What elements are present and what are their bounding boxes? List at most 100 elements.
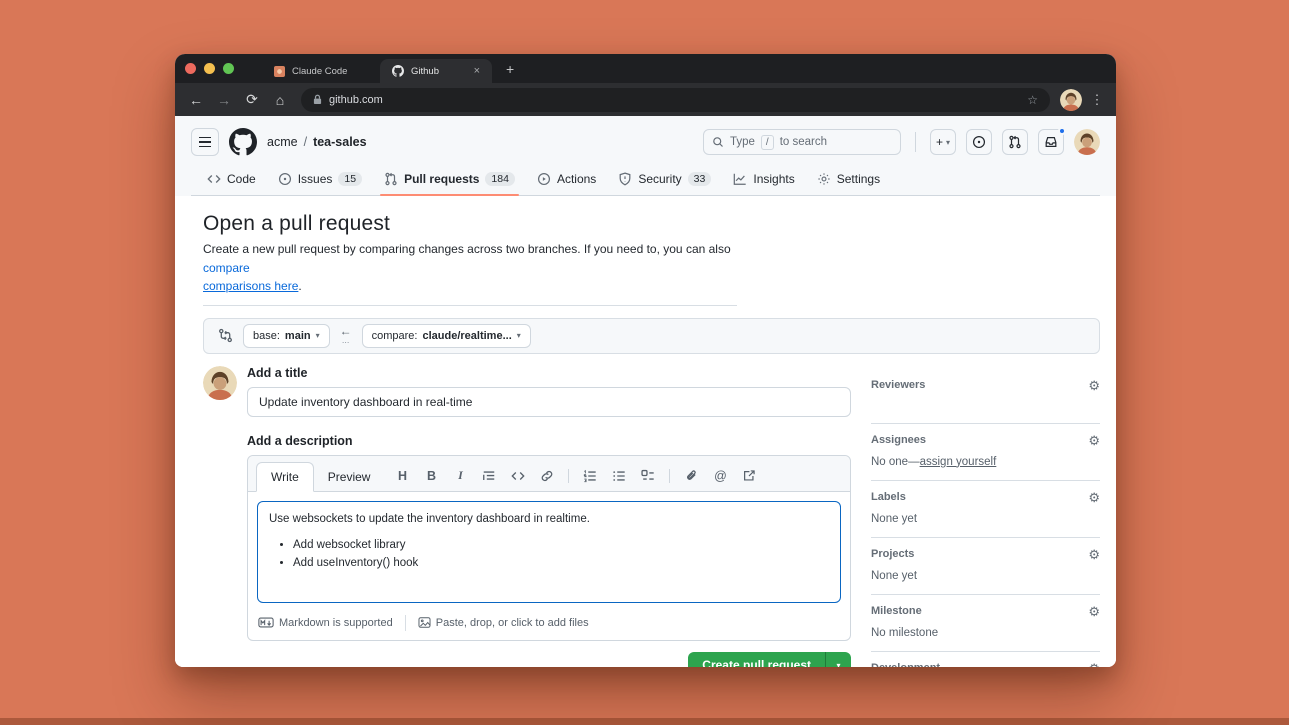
gear-icon[interactable]: ⚙: [1088, 548, 1100, 561]
issues-dashboard-button[interactable]: [966, 129, 992, 155]
code-icon: [207, 175, 221, 183]
cross-reference-icon[interactable]: [741, 468, 757, 484]
link-icon[interactable]: [539, 468, 555, 484]
code-icon[interactable]: [510, 468, 526, 484]
description-list: Add websocket library Add useInventory()…: [269, 537, 829, 573]
breadcrumb-repo[interactable]: tea-sales: [313, 135, 367, 149]
mention-icon[interactable]: @: [712, 468, 728, 484]
compare-branch-selector[interactable]: compare: claude/realtime... ▾: [361, 323, 531, 348]
assign-yourself-link[interactable]: assign yourself: [920, 456, 997, 468]
zoom-window-button[interactable]: [223, 63, 234, 74]
pr-title-input[interactable]: [247, 386, 851, 417]
gear-icon[interactable]: ⚙: [1088, 491, 1100, 504]
global-nav-menu-button[interactable]: [191, 128, 219, 156]
nav-label: Insights: [753, 172, 795, 186]
browser-tab-claude-code[interactable]: Claude Code: [262, 59, 380, 83]
gear-icon[interactable]: ⚙: [1088, 434, 1100, 447]
tab-issues[interactable]: Issues 15: [270, 164, 370, 195]
bold-icon[interactable]: B: [423, 468, 439, 484]
create-pull-request-button[interactable]: Create pull request: [688, 651, 825, 667]
breadcrumb-owner[interactable]: acme: [267, 135, 298, 149]
tab-code[interactable]: Code: [199, 164, 264, 195]
url-text: github.com: [329, 93, 383, 106]
subtitle-period: .: [298, 279, 302, 294]
section-value: None yet: [871, 569, 918, 582]
upload-hint-text: Paste, drop, or click to add files: [435, 616, 589, 629]
markdown-icon: [258, 617, 274, 628]
tab-insights[interactable]: Insights: [725, 164, 802, 195]
notification-dot: [1058, 127, 1066, 135]
section-label: Reviewers: [871, 379, 926, 392]
issues-count-badge: 15: [338, 172, 363, 186]
close-tab-icon[interactable]: ×: [474, 65, 480, 77]
unordered-list-icon[interactable]: [611, 468, 627, 484]
search-input[interactable]: Type / to search: [702, 129, 901, 155]
tab-preview[interactable]: Preview: [314, 463, 385, 491]
description-bullet: Add useInventory() hook: [293, 555, 829, 572]
create-pull-request-caret[interactable]: ▾: [825, 651, 851, 667]
tab-actions[interactable]: Actions: [529, 164, 604, 195]
browser-tab-github[interactable]: Github ×: [380, 59, 492, 83]
sidebar-section-projects: Projects ⚙ None yet: [871, 548, 1100, 595]
claude-favicon: [274, 65, 285, 77]
markdown-hint[interactable]: Markdown is supported: [258, 617, 393, 629]
quote-icon[interactable]: [481, 468, 497, 484]
close-window-button[interactable]: [185, 63, 196, 74]
nav-label: Pull requests: [404, 172, 480, 186]
tab-write[interactable]: Write: [256, 461, 314, 492]
back-icon[interactable]: ←: [185, 92, 207, 108]
nav-label: Code: [227, 172, 256, 186]
github-logo[interactable]: [229, 128, 257, 156]
avatar-image: [1060, 88, 1082, 111]
heading-icon[interactable]: H: [394, 468, 410, 484]
tab-security[interactable]: Security 33: [610, 164, 719, 195]
play-icon: [537, 172, 550, 186]
section-label: Labels: [871, 491, 906, 504]
compare-direction: ← ...: [340, 326, 352, 345]
ellipsis-text: ...: [341, 334, 350, 345]
chevron-down-icon: ▾: [945, 137, 950, 147]
italic-icon[interactable]: I: [452, 468, 468, 484]
create-new-button[interactable]: + ▾: [929, 129, 956, 155]
section-value: No one—assign yourself: [871, 456, 1100, 470]
task-list-icon[interactable]: [640, 468, 656, 484]
gear-icon[interactable]: ⚙: [1088, 662, 1100, 667]
github-profile-avatar[interactable]: [1074, 129, 1100, 155]
inbox-icon: [1045, 137, 1057, 147]
section-label: Assignees: [871, 434, 927, 447]
browser-toolbar: ← → ⟳ ⌂ github.com ☆ ⋮: [175, 83, 1116, 116]
home-icon[interactable]: ⌂: [269, 92, 291, 108]
compare-link-part1[interactable]: compare: [203, 261, 250, 275]
title-field-label: Add a title: [247, 365, 308, 380]
pr-sidebar: Reviewers ⚙ Assignees ⚙ No one—assign yo…: [871, 366, 1100, 667]
editor-tab-bar: Write Preview H B I @: [248, 455, 850, 492]
browser-window: Claude Code Github × + ← → ⟳ ⌂ github.co…: [175, 54, 1116, 667]
subtitle-text: Create a new pull request by comparing c…: [203, 242, 731, 256]
reload-icon[interactable]: ⟳: [241, 91, 263, 108]
browser-profile-avatar[interactable]: [1060, 88, 1082, 111]
tab-settings[interactable]: Settings: [809, 164, 888, 195]
compare-link-part2[interactable]: comparisons here: [203, 279, 298, 293]
file-upload-target[interactable]: Paste, drop, or click to add files: [418, 616, 589, 629]
numbered-list-icon[interactable]: [582, 468, 598, 484]
header-divider: [914, 132, 916, 152]
base-branch-selector[interactable]: base: main ▾: [243, 323, 330, 348]
gear-icon[interactable]: ⚙: [1088, 605, 1100, 618]
editor-footer: Markdown is supported Paste, drop, or cl…: [248, 612, 850, 640]
minimize-window-button[interactable]: [204, 63, 215, 74]
paperclip-icon[interactable]: [683, 468, 699, 484]
gear-icon[interactable]: ⚙: [1088, 379, 1100, 392]
pull-requests-dashboard-button[interactable]: [1002, 129, 1028, 155]
create-pull-request-split-button: Create pull request ▾: [688, 651, 851, 667]
tab-pull-requests[interactable]: Pull requests 184: [376, 164, 523, 196]
bookmark-star-icon[interactable]: ☆: [1027, 93, 1038, 107]
forward-icon[interactable]: →: [213, 92, 235, 108]
browser-menu-icon[interactable]: ⋮: [1088, 92, 1106, 108]
inbox-button[interactable]: [1038, 127, 1066, 155]
pr-description-textarea[interactable]: Use websockets to update the inventory d…: [257, 500, 841, 603]
address-bar[interactable]: github.com ☆: [301, 87, 1050, 112]
toolbar-divider: [568, 468, 570, 483]
nav-label: Settings: [836, 172, 881, 186]
browser-tabstrip: Claude Code Github × +: [175, 54, 1116, 83]
new-tab-button[interactable]: +: [492, 54, 528, 83]
